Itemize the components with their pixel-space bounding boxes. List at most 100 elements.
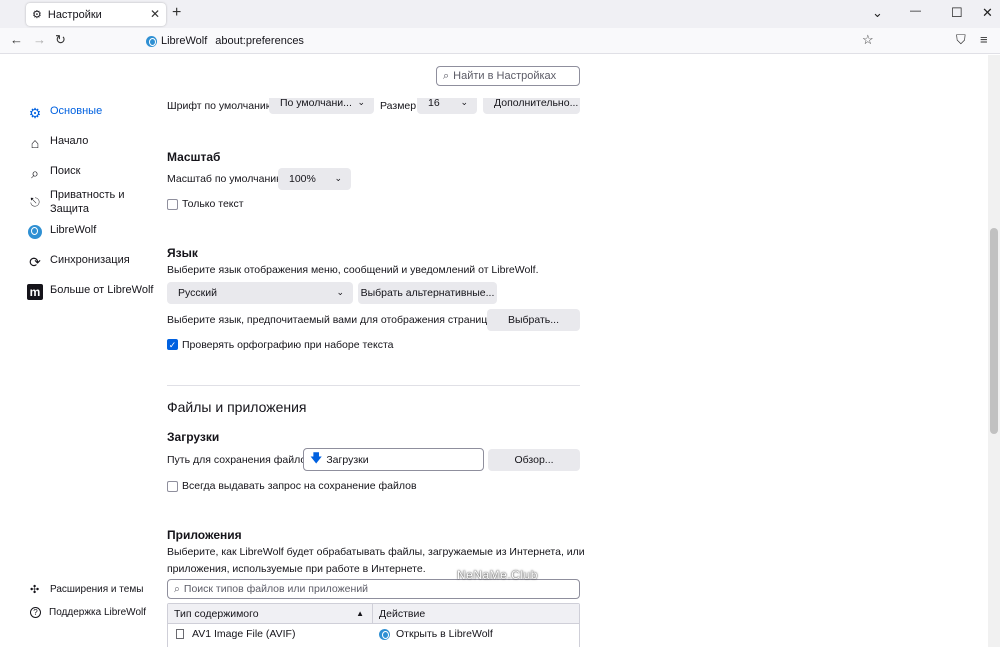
bookmark-star-icon[interactable]: ☆ bbox=[862, 32, 874, 48]
minimize-icon[interactable]: — bbox=[910, 5, 921, 17]
reload-icon[interactable]: ↻ bbox=[55, 32, 66, 48]
default-zoom-value: 100% bbox=[289, 173, 316, 185]
librewolf-icon bbox=[379, 628, 390, 640]
new-tab-button[interactable]: + bbox=[172, 4, 181, 22]
fonts-advanced-label: Дополнительно... bbox=[494, 98, 579, 109]
sidebar-item-label: LibreWolf bbox=[50, 224, 97, 236]
page-scrollbar[interactable] bbox=[988, 55, 1000, 647]
fonts-advanced-button[interactable]: Дополнительно... bbox=[483, 98, 580, 114]
gear-icon: ⚙ bbox=[32, 9, 42, 21]
url-text[interactable]: about:preferences bbox=[215, 35, 304, 47]
downloads-heading: Загрузки bbox=[167, 430, 220, 444]
sidebar-bottom-label: Поддержка LibreWolf bbox=[49, 607, 147, 618]
applications-search-input[interactable]: ⌕ Поиск типов файлов или приложений bbox=[167, 579, 580, 599]
table-row[interactable]: AV1 Image File (AVIF) Открыть в LibreWol… bbox=[168, 624, 579, 644]
save-path-value: Загрузки bbox=[326, 453, 369, 466]
identity-box[interactable]: LibreWolf bbox=[146, 35, 207, 47]
always-ask-checkbox[interactable] bbox=[167, 481, 178, 492]
sidebar-item-general[interactable]: ⚙ Основные bbox=[27, 105, 102, 121]
choose-alternative-languages-button[interactable]: Выбрать альтернативные... bbox=[358, 282, 497, 304]
menu-icon[interactable]: ≡ bbox=[980, 32, 988, 47]
tab-settings[interactable]: ⚙ Настройки ✕ bbox=[26, 3, 166, 26]
content-type-cell: AV1 Image File (AVIF) bbox=[192, 628, 296, 640]
sidebar-item-label: Синхронизация bbox=[50, 254, 130, 266]
column-action-label: Действие bbox=[379, 607, 426, 620]
sidebar-item-privacy[interactable]: ⎋ Приватность и Защита bbox=[27, 188, 124, 216]
font-size-label: Размер bbox=[380, 100, 417, 112]
default-font-label: Шрифт по умолчанию bbox=[167, 100, 274, 112]
librewolf-icon bbox=[27, 224, 43, 240]
sidebar-item-librewolf[interactable]: LibreWolf bbox=[27, 224, 96, 240]
gear-icon: ⚙ bbox=[28, 105, 42, 121]
default-font-value: По умолчани... bbox=[280, 98, 352, 109]
spellcheck-label: Проверять орфографию при наборе текста bbox=[182, 339, 394, 351]
tab-title: Настройки bbox=[47, 8, 102, 21]
choose-alternative-label: Выбрать альтернативные... bbox=[360, 287, 495, 299]
search-icon: ⌕ bbox=[443, 69, 450, 82]
file-icon bbox=[176, 629, 184, 639]
search-icon: ⌕ bbox=[174, 582, 180, 595]
forward-icon[interactable]: → bbox=[33, 32, 46, 47]
language-heading: Язык bbox=[167, 246, 198, 260]
files-apps-heading: Файлы и приложения bbox=[167, 399, 307, 415]
lock-icon: ⎋ bbox=[30, 195, 40, 209]
maximize-icon[interactable]: ☐ bbox=[951, 5, 963, 21]
url-bar[interactable]: LibreWolf about:preferences bbox=[146, 30, 882, 52]
save-path-label: Путь для сохранения файлов bbox=[167, 454, 312, 466]
back-icon[interactable]: ← bbox=[10, 32, 23, 47]
section-divider bbox=[167, 385, 580, 386]
page-language-label: Выберите язык, предпочитаемый вами для о… bbox=[167, 314, 488, 326]
chevron-down-icon: ⌄ bbox=[336, 287, 344, 297]
language-dropdown[interactable]: Русский ⌄ bbox=[167, 282, 353, 304]
chevron-down-icon: ⌄ bbox=[357, 98, 365, 107]
action-cell: Открыть в LibreWolf bbox=[396, 628, 493, 640]
shield-icon[interactable]: ⛉ bbox=[956, 32, 966, 48]
applications-table: Тип содержимого ▲ Действие AV1 Image Fil… bbox=[167, 603, 580, 647]
sidebar-item-label: Основные bbox=[50, 105, 103, 117]
choose-page-language-button[interactable]: Выбрать... bbox=[487, 309, 580, 331]
column-content-type[interactable]: Тип содержимого ▲ bbox=[168, 604, 373, 623]
sidebar-item-more-from[interactable]: m Больше от LibreWolf bbox=[27, 284, 153, 300]
column-content-type-label: Тип содержимого bbox=[174, 607, 259, 620]
sidebar-item-home[interactable]: ⌂ Начало bbox=[27, 135, 89, 151]
chevron-down-icon: ⌄ bbox=[334, 173, 342, 183]
save-path-field[interactable]: 🡇 Загрузки bbox=[303, 448, 484, 471]
sidebar-support[interactable]: ? Поддержка LibreWolf bbox=[30, 607, 146, 618]
sidebar-extensions-themes[interactable]: ✣ Расширения и темы bbox=[30, 583, 143, 596]
choose-button-label: Выбрать... bbox=[507, 314, 560, 326]
sidebar-item-label: Поиск bbox=[50, 165, 81, 177]
sort-ascending-icon: ▲ bbox=[356, 609, 364, 618]
nav-toolbar: ← → ↻ LibreWolf about:preferences ☆ ⛉ ≡ bbox=[0, 28, 1000, 54]
browse-button[interactable]: Обзор... bbox=[488, 449, 580, 471]
applications-description-2: приложения, используемые при работе в Ин… bbox=[167, 563, 426, 575]
default-zoom-dropdown[interactable]: 100% ⌄ bbox=[278, 168, 351, 190]
always-ask-label: Всегда выдавать запрос на сохранение фай… bbox=[182, 480, 417, 492]
settings-search-input[interactable]: ⌕ Найти в Настройках bbox=[436, 66, 580, 86]
text-only-label: Только текст bbox=[182, 198, 244, 210]
search-icon: ⌕ bbox=[31, 165, 39, 181]
default-font-dropdown[interactable]: По умолчани... ⌄ bbox=[269, 98, 374, 114]
sidebar-item-label: Начало bbox=[50, 135, 89, 147]
spellcheck-checkbox[interactable]: ✓ bbox=[167, 339, 178, 350]
sidebar-item-sync[interactable]: ⟳ Синхронизация bbox=[27, 254, 130, 270]
sidebar-item-label: Больше от LibreWolf bbox=[50, 284, 154, 296]
list-tabs-icon[interactable]: ⌄ bbox=[872, 5, 883, 21]
font-size-value: 16 bbox=[428, 98, 440, 109]
sidebar-item-label: Приватность и Защита bbox=[50, 189, 125, 215]
puzzle-icon: ✣ bbox=[30, 584, 40, 596]
font-size-dropdown[interactable]: 16 ⌄ bbox=[417, 98, 477, 114]
column-action[interactable]: Действие bbox=[373, 608, 425, 620]
browse-label: Обзор... bbox=[514, 454, 554, 466]
home-icon: ⌂ bbox=[30, 135, 40, 151]
zoom-heading: Масштаб bbox=[167, 150, 221, 164]
close-tab-icon[interactable]: ✕ bbox=[150, 7, 160, 21]
table-header: Тип содержимого ▲ Действие bbox=[168, 604, 579, 624]
window-close-icon[interactable]: ✕ bbox=[982, 5, 993, 21]
sidebar-item-search[interactable]: ⌕ Поиск bbox=[27, 165, 80, 181]
scrollbar-thumb[interactable] bbox=[990, 228, 998, 434]
librewolf-icon bbox=[146, 35, 157, 47]
language-description: Выберите язык отображения меню, сообщени… bbox=[167, 264, 539, 276]
default-zoom-label: Масштаб по умолчанию bbox=[167, 173, 284, 185]
sync-icon: ⟳ bbox=[29, 254, 41, 270]
text-only-checkbox[interactable] bbox=[167, 199, 178, 210]
